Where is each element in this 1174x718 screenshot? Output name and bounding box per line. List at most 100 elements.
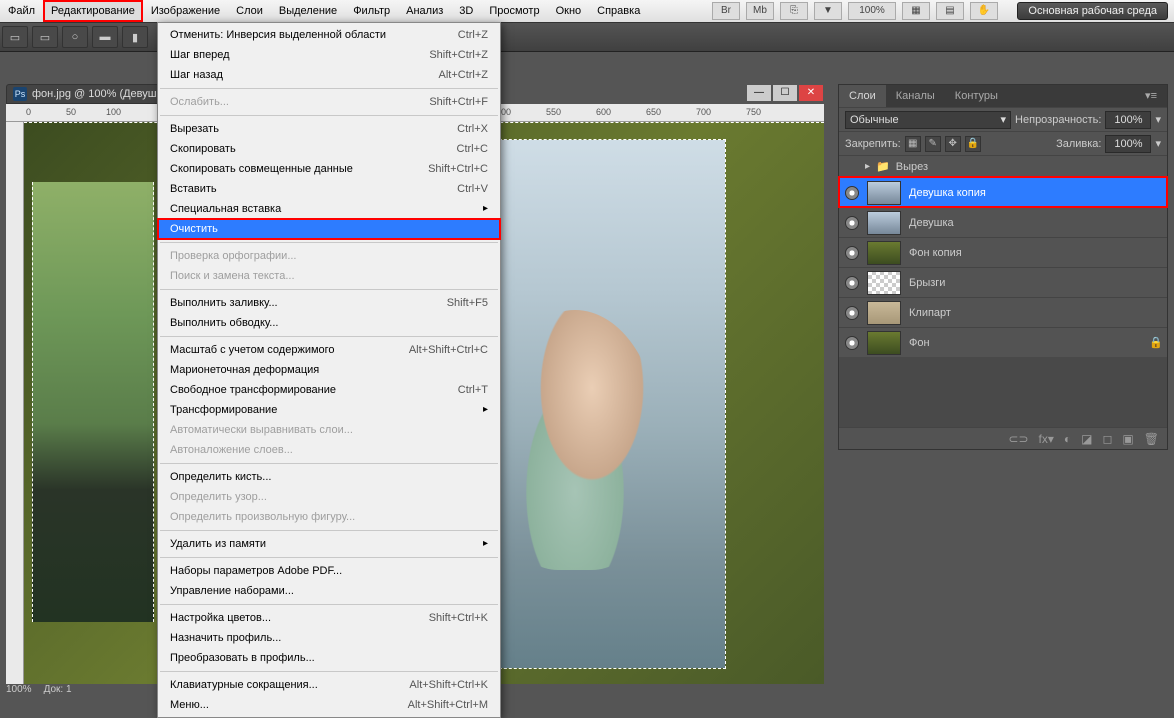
layers-panel: Слои Каналы Контуры ▾≡ Обычные▾ Непрозра… xyxy=(838,84,1168,450)
visibility-eye-icon[interactable] xyxy=(845,246,859,260)
menuitem-выполнить-заливку-[interactable]: Выполнить заливку...Shift+F5 xyxy=(158,293,500,313)
lock-position-icon[interactable]: ✥ xyxy=(945,136,961,152)
lock-all-icon[interactable]: 🔒 xyxy=(965,136,981,152)
tab-paths[interactable]: Контуры xyxy=(945,85,1008,107)
menu-select[interactable]: Выделение xyxy=(271,0,345,22)
menuitem-очистить[interactable]: Очистить xyxy=(158,219,500,239)
layer-name: Девушка копия xyxy=(909,187,1161,199)
layer-row[interactable]: Брызги xyxy=(839,267,1167,297)
opacity-input[interactable]: 100% xyxy=(1105,111,1151,129)
workspace-switcher[interactable]: Основная рабочая среда xyxy=(1017,2,1168,20)
lock-transparency-icon[interactable]: ▦ xyxy=(905,136,921,152)
menuitem-скопировать-совмещенные-данные[interactable]: Скопировать совмещенные данныеShift+Ctrl… xyxy=(158,159,500,179)
menuitem-специальная-вставка[interactable]: Специальная вставка▸ xyxy=(158,199,500,219)
fill-input[interactable]: 100% xyxy=(1105,135,1151,153)
layer-row[interactable]: Девушка копия xyxy=(839,177,1167,207)
menuitem-свободное-трансформирование[interactable]: Свободное трансформированиеCtrl+T xyxy=(158,380,500,400)
menuitem-масштаб-с-учетом-содержимого[interactable]: Масштаб с учетом содержимогоAlt+Shift+Ct… xyxy=(158,340,500,360)
visibility-eye-icon[interactable] xyxy=(845,306,859,320)
layer-row[interactable]: Фон копия xyxy=(839,237,1167,267)
panel-menu-icon[interactable]: ▾≡ xyxy=(1135,85,1167,107)
menuitem-шаг-назад[interactable]: Шаг назадAlt+Ctrl+Z xyxy=(158,65,500,85)
tab-channels[interactable]: Каналы xyxy=(886,85,945,107)
toolbar-icon-hand[interactable]: ✋ xyxy=(970,2,998,20)
menu-help[interactable]: Справка xyxy=(589,0,648,22)
menuitem-преобразовать-в-профиль-[interactable]: Преобразовать в профиль... xyxy=(158,648,500,668)
toolbar-icon-arrange[interactable]: ▼ xyxy=(814,2,842,20)
layer-thumbnail[interactable] xyxy=(867,301,901,325)
menuitem-вставить[interactable]: ВставитьCtrl+V xyxy=(158,179,500,199)
marquee-col-icon[interactable]: ▮ xyxy=(122,26,148,48)
menu-view[interactable]: Просмотр xyxy=(481,0,547,22)
menuitem-наборы-параметров-adobe-pdf-[interactable]: Наборы параметров Adobe PDF... xyxy=(158,561,500,581)
adjustment-layer-icon[interactable]: ◪ xyxy=(1081,432,1092,446)
chevron-down-icon[interactable]: ▾ xyxy=(1155,113,1161,126)
menu-edit[interactable]: Редактирование xyxy=(43,0,143,22)
visibility-eye-icon[interactable] xyxy=(845,276,859,290)
layer-thumbnail[interactable] xyxy=(867,181,901,205)
menuitem-трансформирование[interactable]: Трансформирование▸ xyxy=(158,400,500,420)
layer-mask-icon[interactable]: ◐ xyxy=(1064,432,1071,446)
lock-pixels-icon[interactable]: ✎ xyxy=(925,136,941,152)
marquee-ellipse-icon[interactable]: ○ xyxy=(62,26,88,48)
menuitem-настройка-цветов-[interactable]: Настройка цветов...Shift+Ctrl+K xyxy=(158,608,500,628)
menuitem-удалить-из-памяти[interactable]: Удалить из памяти▸ xyxy=(158,534,500,554)
layer-thumbnail[interactable] xyxy=(867,211,901,235)
menu-window[interactable]: Окно xyxy=(548,0,590,22)
layer-thumbnail[interactable] xyxy=(867,331,901,355)
menu-3d[interactable]: 3D xyxy=(451,0,481,22)
visibility-eye-icon[interactable] xyxy=(845,186,859,200)
layer-fx-icon[interactable]: fx▾ xyxy=(1039,432,1054,446)
menu-analysis[interactable]: Анализ xyxy=(398,0,451,22)
menuitem-управление-наборами-[interactable]: Управление наборами... xyxy=(158,581,500,601)
marquee-row-icon[interactable]: ▬ xyxy=(92,26,118,48)
menuitem-label: Определить произвольную фигуру... xyxy=(170,507,488,527)
layer-thumbnail[interactable] xyxy=(867,271,901,295)
menuitem-марионеточная-деформация[interactable]: Марионеточная деформация xyxy=(158,360,500,380)
menu-file[interactable]: Файл xyxy=(0,0,43,22)
blend-mode-select[interactable]: Обычные▾ xyxy=(845,111,1011,129)
document-tab[interactable]: Ps фон.jpg @ 100% (Девуш xyxy=(6,84,164,104)
menuitem-shortcut: Shift+Ctrl+Z xyxy=(429,45,488,65)
zoom-display[interactable]: 100% xyxy=(848,2,896,20)
toolbar-icon-grid[interactable]: ▦ xyxy=(902,2,930,20)
link-layers-icon[interactable]: ⊂⊃ xyxy=(1008,432,1028,446)
toolbar-icon-screen[interactable]: ⎘ xyxy=(780,2,808,20)
new-group-icon[interactable]: ◻ xyxy=(1102,432,1112,446)
menuitem-шаг-вперед[interactable]: Шаг впередShift+Ctrl+Z xyxy=(158,45,500,65)
toolbar-icon-doc[interactable]: ▤ xyxy=(936,2,964,20)
chevron-down-icon[interactable]: ▾ xyxy=(1155,137,1161,150)
layer-row[interactable]: Клипарт xyxy=(839,297,1167,327)
lock-icon: 🔒 xyxy=(1149,336,1161,349)
marquee-rect-icon[interactable]: ▭ xyxy=(32,26,58,48)
toolbar-icon-br[interactable]: Br xyxy=(712,2,740,20)
menuitem-определить-кисть-[interactable]: Определить кисть... xyxy=(158,467,500,487)
ruler-tick: 100 xyxy=(106,107,121,117)
menuitem-клавиатурные-сокращения-[interactable]: Клавиатурные сокращения...Alt+Shift+Ctrl… xyxy=(158,675,500,695)
layer-thumbnail[interactable] xyxy=(867,241,901,265)
menu-layers[interactable]: Слои xyxy=(228,0,271,22)
visibility-eye-icon[interactable] xyxy=(845,336,859,350)
maximize-button[interactable]: ☐ xyxy=(772,84,798,102)
tool-preset-icon[interactable]: ▭ xyxy=(2,26,28,48)
menuitem-назначить-профиль-[interactable]: Назначить профиль... xyxy=(158,628,500,648)
visibility-eye-icon[interactable] xyxy=(845,216,859,230)
menuitem-скопировать[interactable]: СкопироватьCtrl+C xyxy=(158,139,500,159)
delete-layer-icon[interactable]: 🗑 xyxy=(1144,432,1159,446)
menu-filter[interactable]: Фильтр xyxy=(345,0,398,22)
menuitem-меню-[interactable]: Меню...Alt+Shift+Ctrl+M xyxy=(158,695,500,715)
close-button[interactable]: ✕ xyxy=(798,84,824,102)
menuitem-label: Ослабить... xyxy=(170,92,429,112)
menuitem-выполнить-обводку-[interactable]: Выполнить обводку... xyxy=(158,313,500,333)
tab-layers[interactable]: Слои xyxy=(839,85,886,107)
disclosure-triangle-icon[interactable]: ▸ xyxy=(865,161,870,172)
menuitem-отменить-инверсия-выделенной-о[interactable]: Отменить: Инверсия выделенной областиCtr… xyxy=(158,25,500,45)
layer-row[interactable]: Девушка xyxy=(839,207,1167,237)
menuitem-вырезать[interactable]: ВырезатьCtrl+X xyxy=(158,119,500,139)
layer-group[interactable]: ▸ 📁 Вырез xyxy=(839,155,1167,177)
layer-row[interactable]: Фон🔒 xyxy=(839,327,1167,357)
menu-image[interactable]: Изображение xyxy=(143,0,228,22)
minimize-button[interactable]: — xyxy=(746,84,772,102)
new-layer-icon[interactable]: ▣ xyxy=(1122,432,1133,446)
toolbar-icon-mb[interactable]: Mb xyxy=(746,2,774,20)
